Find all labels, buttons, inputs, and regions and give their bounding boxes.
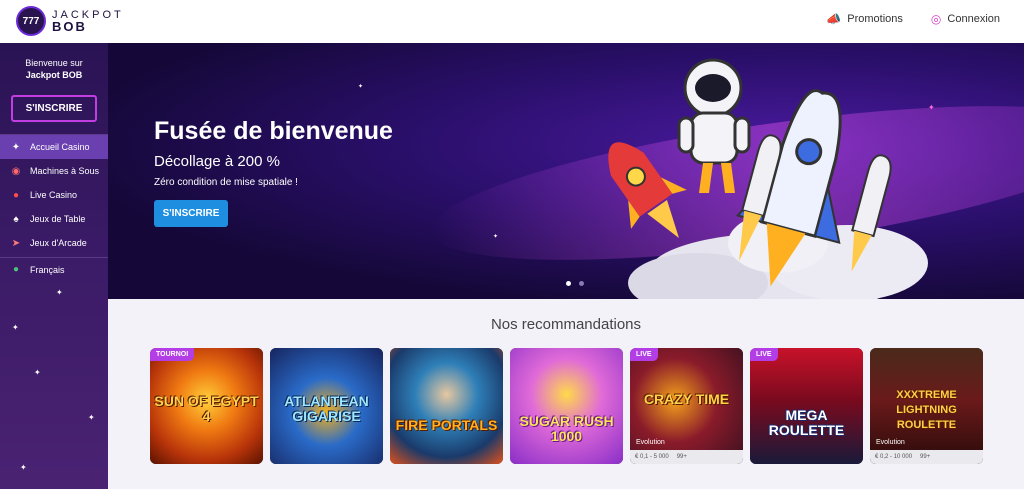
- players-count: 99+: [920, 454, 931, 460]
- game-title: ATLANTEAN GIGARISE: [284, 393, 369, 424]
- cards-icon: ♠: [13, 213, 19, 225]
- sidebar-nav: ✦ Accueil Casino ◉ Machines à Sous ● Liv…: [0, 134, 108, 281]
- bet-range: € 0,2 - 10 000: [875, 454, 913, 460]
- hero-banner[interactable]: ✦ ✦ ✦ ✦ Fusée de bienvenue Décollage à 2…: [108, 43, 1024, 299]
- globe-icon: ●: [12, 264, 20, 275]
- game-title: MEGA ROULETTE: [768, 407, 845, 438]
- logo-badge: 777: [16, 6, 46, 36]
- bet-range: € 0,1 - 5 000: [635, 454, 669, 460]
- game-title: FIRE PORTALS: [395, 417, 498, 433]
- star-decoration: ✦: [34, 368, 41, 377]
- hero-note: Zéro condition de mise spatiale !: [154, 177, 298, 188]
- arcade-rocket-icon: ➤: [11, 237, 21, 249]
- sidebar-item-jeux-darcade[interactable]: ➤ Jeux d'Arcade: [0, 231, 108, 255]
- sidebar-item-machines-a-sous[interactable]: ◉ Machines à Sous: [0, 159, 108, 183]
- live-dealer-icon: ●: [12, 189, 20, 201]
- star-decoration: ✦: [12, 323, 19, 332]
- bet-info-bar: € 0,2 - 10 000 99+: [870, 450, 983, 464]
- rocket-astronaut-illustration: [608, 58, 928, 299]
- top-bar: 777 JACKPOT BOB 📣 Promotions ◎ Connexion: [0, 0, 1024, 43]
- sidebar-item-accueil-casino[interactable]: ✦ Accueil Casino: [0, 135, 108, 159]
- game-card[interactable]: XXXTREME LIGHTNING ROULETTE Evolution € …: [870, 348, 983, 464]
- game-title: XXXTREME LIGHTNING ROULETTE: [896, 389, 957, 431]
- megaphone-icon: 📣: [826, 12, 842, 26]
- carousel-dot[interactable]: [579, 281, 584, 286]
- carousel-dot[interactable]: [566, 281, 571, 286]
- sidebar-item-live-casino[interactable]: ● Live Casino: [0, 183, 108, 207]
- star-decoration: ✦: [56, 288, 63, 297]
- promotions-link[interactable]: 📣 Promotions: [826, 12, 903, 26]
- connexion-label: Connexion: [947, 13, 1000, 25]
- hero-subtitle: Décollage à 200 %: [154, 153, 280, 170]
- bet-info-bar: € 0,1 - 5 000 99+: [630, 450, 743, 464]
- welcome-text: Bienvenue sur Jackpot BOB: [25, 58, 83, 80]
- provider-label: Evolution: [876, 439, 905, 446]
- game-title: SUGAR RUSH 1000: [519, 413, 614, 444]
- star-decoration: ✦: [20, 463, 27, 472]
- sidebar: Bienvenue sur Jackpot BOB S'INSCRIRE ✦ A…: [0, 43, 108, 489]
- fingerprint-icon: ◎: [930, 12, 942, 26]
- sidebar-signup-button[interactable]: S'INSCRIRE: [11, 95, 97, 122]
- provider-label: Evolution: [636, 439, 665, 446]
- game-card[interactable]: CRAZY TIME LIVE Evolution € 0,1 - 5 000 …: [630, 348, 743, 464]
- language-selector[interactable]: ● Français: [0, 257, 108, 281]
- star-decoration: ✦: [88, 413, 95, 422]
- slot-machine-icon: ◉: [11, 165, 21, 177]
- promotions-label: Promotions: [847, 13, 903, 25]
- game-title: CRAZY TIME: [643, 391, 730, 407]
- game-card[interactable]: SUN OF EGYPT 4 TOURNOI: [150, 348, 263, 464]
- rocket-icon: ✦: [11, 141, 21, 153]
- hero-title: Fusée de bienvenue: [154, 117, 393, 145]
- connexion-link[interactable]: ◎ Connexion: [931, 12, 1000, 26]
- live-badge: LIVE: [750, 348, 778, 361]
- players-count: 99+: [676, 454, 687, 460]
- recommendations-title: Nos recommandations: [490, 316, 642, 333]
- game-card[interactable]: ATLANTEAN GIGARISE: [270, 348, 383, 464]
- tournament-badge: TOURNOI: [150, 348, 195, 361]
- game-title: SUN OF EGYPT 4: [154, 393, 259, 424]
- hero-signup-button[interactable]: S'INSCRIRE: [154, 200, 228, 227]
- game-cards: SUN OF EGYPT 4 TOURNOI ATLANTEAN GIGARIS…: [150, 348, 983, 464]
- logo-line2: BOB: [52, 19, 87, 34]
- game-card[interactable]: SUGAR RUSH 1000: [510, 348, 623, 464]
- live-badge: LIVE: [630, 348, 658, 361]
- sidebar-item-jeux-de-table[interactable]: ♠ Jeux de Table: [0, 207, 108, 231]
- recommendations-section: Nos recommandations SUN OF EGYPT 4 TOURN…: [108, 299, 1024, 489]
- game-card[interactable]: MEGA ROULETTE LIVE: [750, 348, 863, 464]
- carousel-dots: [566, 281, 584, 286]
- game-card[interactable]: FIRE PORTALS: [390, 348, 503, 464]
- site-logo[interactable]: 777 JACKPOT BOB: [16, 4, 136, 38]
